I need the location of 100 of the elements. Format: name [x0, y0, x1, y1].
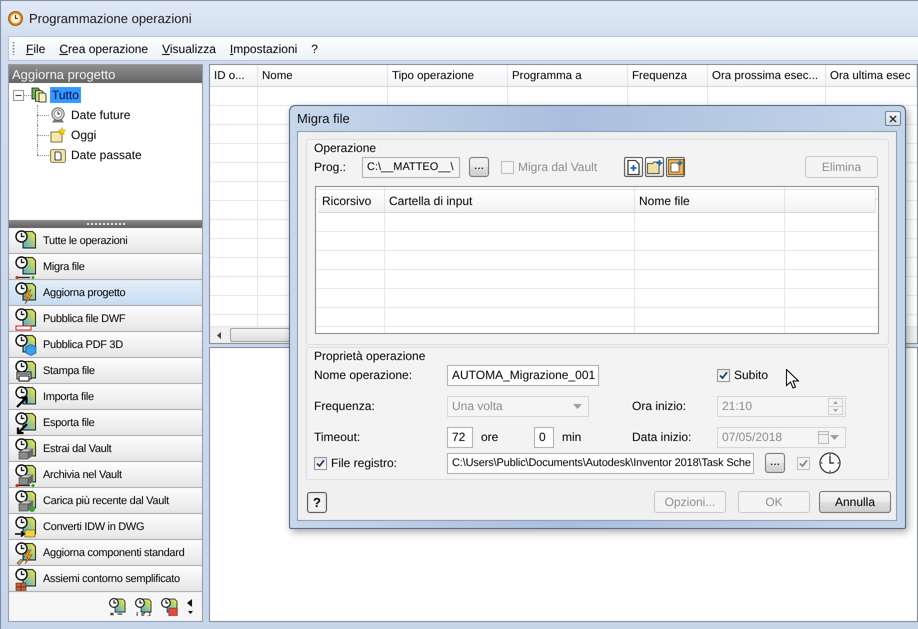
clock-document-lightning-icon	[14, 540, 38, 564]
operation-item[interactable]: Carica più recente dal Vault	[9, 488, 202, 514]
column-header[interactable]: Programma a	[508, 65, 628, 86]
operation-item[interactable]: Assiemi contorno semplificato	[9, 566, 202, 592]
checkbox-label: File registro:	[331, 456, 398, 470]
operation-item[interactable]: Converti IDW in DWG	[9, 514, 202, 540]
folder-plus-icon	[646, 160, 662, 174]
column-header[interactable]: Ora ultima esec	[826, 65, 917, 86]
tree-item[interactable]: Oggi	[69, 127, 98, 143]
document-frame-icon	[50, 147, 66, 163]
column-header[interactable]: Ora prossima esec...	[708, 65, 826, 86]
operation-item[interactable]: Migra file	[9, 254, 202, 280]
column-header[interactable]: Nome file	[635, 190, 785, 212]
clock-document-lightning-icon	[14, 280, 38, 304]
calendar-icon	[818, 430, 829, 444]
field-label: Prog.:	[314, 160, 346, 174]
clock-box-icon	[14, 436, 38, 460]
tree-item[interactable]: Date future	[69, 107, 132, 123]
help-button[interactable]: ?	[307, 492, 327, 512]
add-folder-button[interactable]	[645, 157, 664, 177]
operation-item[interactable]: Pubblica file DWF	[9, 306, 202, 332]
clock-box-dot-icon	[14, 488, 38, 512]
operation-item[interactable]: Archivia nel Vault	[9, 462, 202, 488]
unit-label: min	[562, 430, 582, 444]
caret-down-icon	[830, 434, 839, 440]
clock-document-icon[interactable]	[160, 597, 179, 616]
field-label: Timeout:	[314, 430, 360, 444]
column-header[interactable]: Cartella di input	[385, 190, 635, 212]
column-header[interactable]: Ricorsivo	[318, 190, 385, 212]
field-label: Data inizio:	[632, 430, 692, 444]
clock-document-arrow-icon	[14, 254, 38, 278]
clock-document-arrow-icon	[14, 384, 38, 408]
document-plus-tile-icon	[668, 159, 684, 175]
document-sun-icon	[50, 127, 66, 143]
window-title: Programmazione operazioni	[29, 11, 192, 26]
close-icon	[889, 114, 897, 122]
clock-icon[interactable]	[819, 452, 841, 474]
field-label: Ora inizio:	[632, 399, 686, 413]
browse-button[interactable]: ...	[469, 157, 489, 177]
operation-item[interactable]: Estrai dal Vault	[9, 436, 202, 462]
field-label: Nome operazione:	[314, 368, 412, 382]
checkbox[interactable]	[717, 368, 730, 382]
group-title: Proprietà operazione	[314, 348, 426, 364]
add-file-button[interactable]	[624, 157, 643, 177]
minutes-field[interactable]: 0	[534, 426, 554, 448]
caret-left-icon	[216, 332, 220, 338]
column-header[interactable]: Frequenza	[628, 65, 708, 86]
caret-down-icon	[573, 404, 582, 408]
column-header[interactable]: Nome	[258, 65, 388, 86]
menu-item[interactable]: Visualizza	[155, 40, 223, 58]
documents-stack-icon	[31, 87, 47, 103]
clock-document-icon[interactable]	[108, 597, 127, 616]
column-header[interactable]: ID o...	[210, 65, 258, 86]
hours-field[interactable]: 72	[447, 426, 473, 448]
operation-item[interactable]: Aggiorna progetto	[9, 280, 202, 306]
grip-icon	[12, 42, 15, 55]
close-button[interactable]	[885, 111, 901, 126]
field-label: Frequenza:	[314, 399, 375, 413]
dialog-title: Migra file	[297, 111, 350, 126]
clock-icon	[8, 11, 23, 26]
menu-item[interactable]: ?	[304, 40, 325, 58]
operation-item[interactable]: Tutte le operazioni	[9, 228, 202, 254]
column-header[interactable]: Tipo operazione	[388, 65, 508, 86]
menu-item[interactable]: Crea operazione	[52, 40, 156, 58]
spinner-arrows-icon	[828, 398, 843, 414]
menu-item[interactable]: File	[19, 40, 52, 58]
operation-item[interactable]: Aggiorna componenti standard	[9, 540, 202, 566]
clock-document-label-icon	[14, 306, 38, 330]
clock-printer-icon	[14, 358, 38, 382]
text-field[interactable]: AUTOMA_Migrazione_001	[447, 364, 599, 386]
clock-document-arrow-icon	[14, 410, 38, 434]
checkbox-label: Migra dal Vault	[518, 160, 598, 174]
clock-document-arrow-icon	[14, 514, 38, 538]
scrollbar-thumb[interactable]	[230, 328, 290, 342]
operation-item[interactable]: Stampa file	[9, 358, 202, 384]
menu-item[interactable]: Impostazioni	[222, 40, 304, 58]
panel-header: Aggiorna progetto	[9, 65, 202, 83]
log-path-field[interactable]: C:\Users\Public\Documents\Autodesk\Inventor 2018\Task Sche	[447, 452, 754, 474]
mouse-pointer-icon	[786, 369, 799, 389]
desk-clock-icon	[50, 107, 66, 123]
clock-document-icon[interactable]	[134, 597, 153, 616]
clock-document-cube-icon	[14, 332, 38, 356]
tree-item[interactable]: Tutto	[50, 87, 81, 103]
operation-item[interactable]: Esporta file	[9, 410, 202, 436]
splitter-bar[interactable]	[9, 220, 202, 228]
browse-button[interactable]: ...	[765, 453, 785, 473]
add-item-button[interactable]	[666, 157, 685, 177]
path-field[interactable]: C:\__MATTEO__\	[362, 156, 460, 178]
collapse-icon[interactable]	[13, 90, 24, 100]
operation-item[interactable]: Pubblica PDF 3D	[9, 332, 202, 358]
checkbox-label: Subito	[734, 368, 768, 382]
unit-label: ore	[481, 430, 498, 444]
file-plus-icon	[627, 160, 640, 174]
dialog-button[interactable]: Annulla	[819, 491, 891, 513]
clock-box-arrow-icon	[14, 462, 38, 486]
group-title: Operazione	[314, 140, 376, 156]
operation-item[interactable]: Importa file	[9, 384, 202, 410]
overflow-caret-icon[interactable]	[186, 597, 194, 616]
checkbox[interactable]	[314, 456, 327, 470]
tree-item[interactable]: Date passate	[69, 147, 144, 163]
